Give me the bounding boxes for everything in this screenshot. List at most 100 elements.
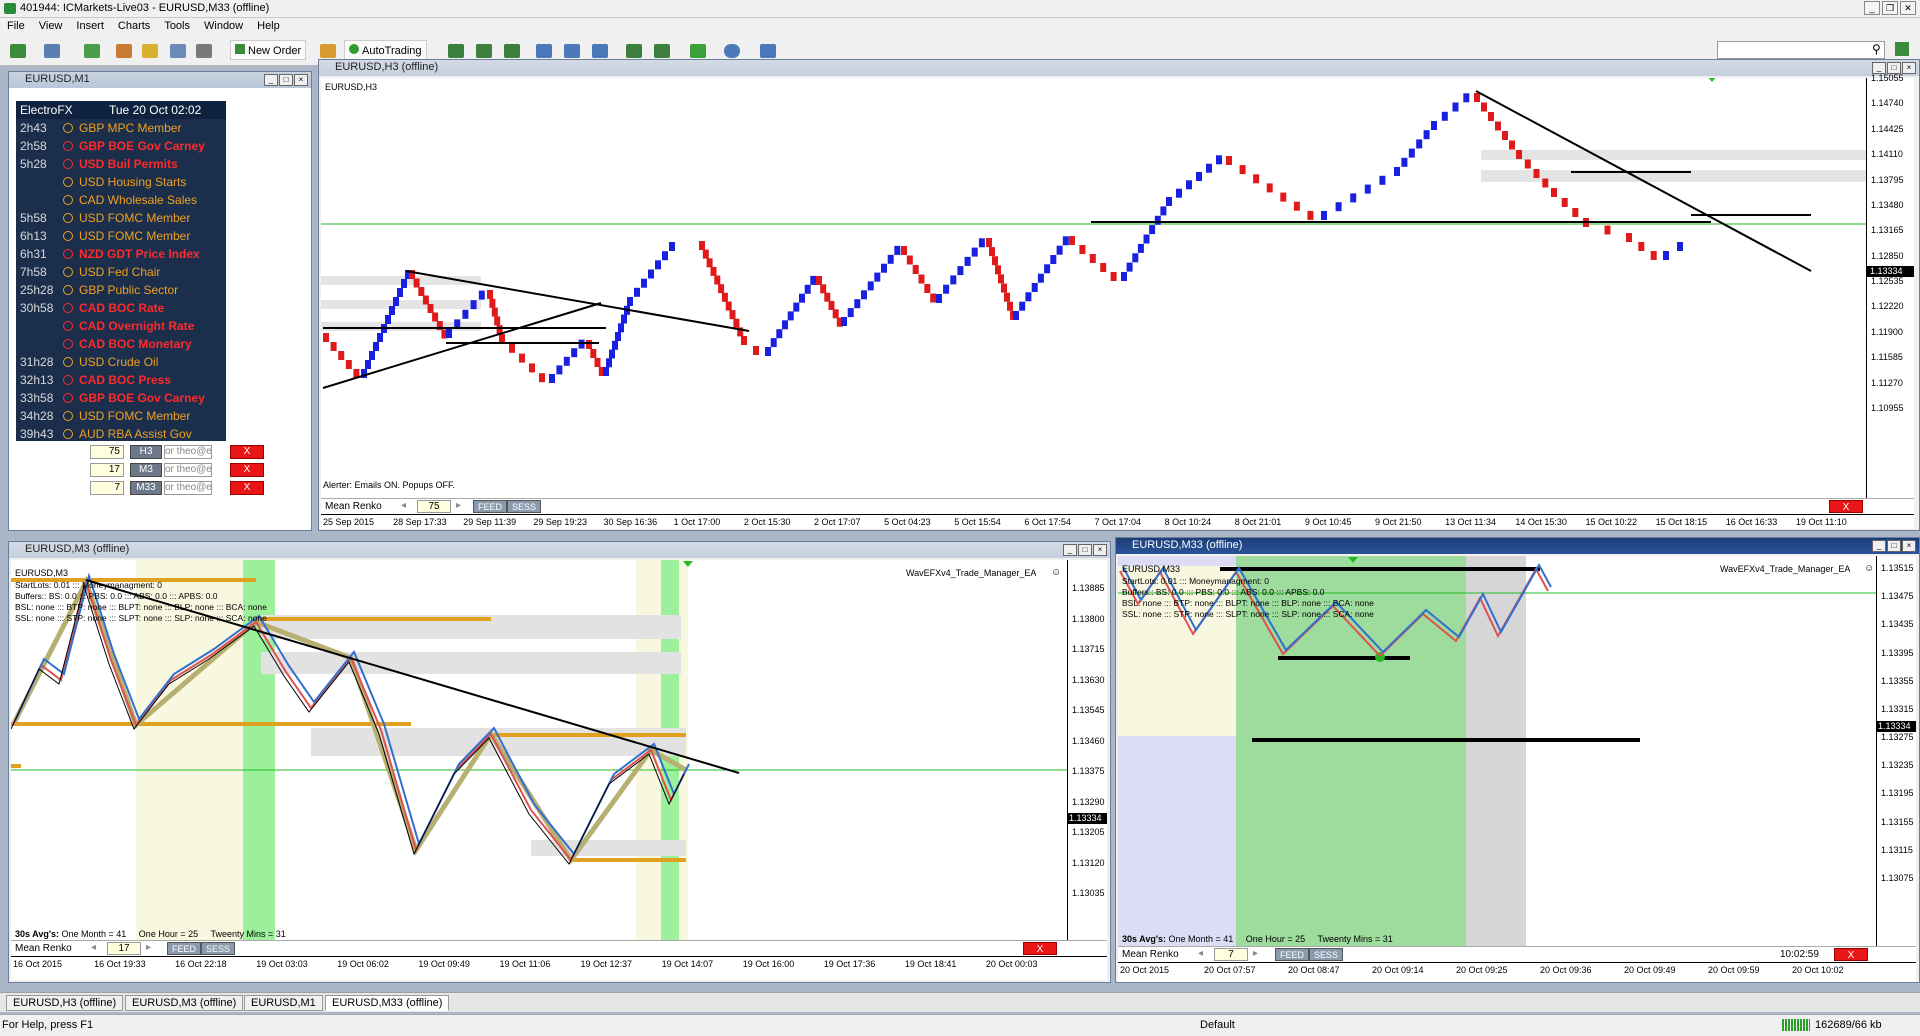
menu-file[interactable]: File (0, 18, 32, 32)
menu-view[interactable]: View (32, 18, 70, 32)
news-time: 7h58 (20, 265, 47, 279)
max-btn-m3[interactable]: □ (1078, 544, 1092, 556)
new-chart-icon[interactable] (10, 44, 26, 58)
menu-insert[interactable]: Insert (69, 18, 111, 32)
tab-eurusd-m3[interactable]: EURUSD,M3 (offline) (125, 995, 244, 1011)
restore-button[interactable]: ❐ (1882, 1, 1898, 15)
m33-sess-button[interactable]: SESS (1309, 948, 1344, 961)
max-btn-m1[interactable]: □ (279, 74, 293, 86)
autotrading-button[interactable]: AutoTrading (344, 40, 427, 60)
m33-chart-area[interactable]: EURUSD,M33 WavEFXv4_Trade_Manager_EA ☺ S… (1118, 556, 1916, 946)
close-btn-m3[interactable]: × (1093, 544, 1107, 556)
alert-email-input[interactable]: or theo@e (164, 463, 212, 477)
renko-brick (971, 247, 978, 257)
tester-icon[interactable] (196, 44, 212, 58)
alert-delete-button[interactable]: X (230, 445, 264, 459)
news-time: 33h58 (20, 391, 54, 405)
info-icon (63, 411, 73, 421)
profiles-icon[interactable] (44, 44, 60, 58)
m3-renko-inc-icon[interactable]: ▸ (146, 942, 151, 953)
zoom-out-icon[interactable] (564, 44, 580, 58)
m33-renko-inc-icon[interactable]: ▸ (1253, 948, 1258, 959)
chart-shift-marker (1708, 78, 1716, 82)
renko-brick (1335, 202, 1342, 212)
close-button[interactable]: ✕ (1900, 1, 1916, 15)
m33-close-x-button[interactable]: X (1834, 948, 1868, 961)
alert-delete-button[interactable]: X (230, 463, 264, 477)
tab-eurusd-h3[interactable]: EURUSD,H3 (offline) (6, 995, 124, 1011)
alert-value-input[interactable]: 75 (90, 445, 124, 459)
metaeditor-icon[interactable] (320, 44, 336, 58)
min-btn-m1[interactable]: _ (264, 74, 278, 86)
info-icon (63, 429, 73, 439)
renko-brick (1441, 111, 1448, 121)
periods-icon[interactable] (724, 44, 740, 58)
indicators-icon[interactable] (690, 44, 706, 58)
h3-close-x-button[interactable]: X (1829, 500, 1863, 513)
alert-email-input[interactable]: or theo@e (164, 445, 212, 459)
tab-eurusd-m1[interactable]: EURUSD,M1 (244, 995, 323, 1011)
window-m33-titlebar[interactable]: EURUSD,M33 (offline) _ □ × (1116, 538, 1919, 554)
h3-renko-inc-icon[interactable]: ▸ (456, 500, 461, 511)
h3-sess-button[interactable]: SESS (507, 500, 542, 513)
alert-value-input[interactable]: 17 (90, 463, 124, 477)
window-h3-titlebar[interactable]: EURUSD,H3 (offline) _ □ × (319, 60, 1919, 76)
m33-renko-dec-icon[interactable]: ◂ (1198, 948, 1203, 959)
price-tick-label: 1.13355 (1881, 675, 1914, 686)
minimize-button[interactable]: _ (1864, 1, 1880, 15)
menu-tools[interactable]: Tools (157, 18, 197, 32)
search-icon[interactable]: ⚲ (1872, 42, 1881, 56)
h3-chart-area[interactable]: EURUSD,H3 Alerter: Emails ON. Popups OFF… (321, 73, 1914, 498)
autoscroll-icon[interactable] (626, 44, 642, 58)
min-btn-m3[interactable]: _ (1063, 544, 1077, 556)
alert-timeframe-button[interactable]: M33 (130, 481, 162, 495)
bar-chart-icon[interactable] (448, 44, 464, 58)
m3-renko-input[interactable]: 17 (107, 942, 141, 955)
window-m1-titlebar[interactable]: EURUSD,M1 _ □ × (9, 72, 311, 88)
tab-eurusd-m33[interactable]: EURUSD,M33 (offline) (325, 995, 450, 1011)
h3-renko-dec-icon[interactable]: ◂ (401, 500, 406, 511)
chart-shift-icon[interactable] (654, 44, 670, 58)
line-chart-icon[interactable] (504, 44, 520, 58)
price-tick-label: 1.14740 (1871, 98, 1904, 109)
m3-chart-area[interactable]: EURUSD,M3 WavEFXv4_Trade_Manager_EA ☺ St… (11, 560, 1107, 940)
alert-timeframe-button[interactable]: M3 (130, 463, 162, 477)
renko-brick (978, 238, 985, 248)
community-icon[interactable] (1895, 42, 1909, 56)
menu-charts[interactable]: Charts (111, 18, 157, 32)
renko-brick (1293, 201, 1300, 211)
m3-feed-button[interactable]: FEED (167, 942, 202, 955)
max-btn-m33[interactable]: □ (1887, 540, 1901, 552)
close-btn-m33[interactable]: × (1902, 540, 1916, 552)
terminal-icon[interactable] (170, 44, 186, 58)
m33-renko-input[interactable]: 7 (1214, 948, 1248, 961)
m33-feed-button[interactable]: FEED (1275, 948, 1310, 961)
h3-renko-input[interactable]: 75 (417, 500, 451, 513)
close-btn-h3[interactable]: × (1902, 62, 1916, 74)
price-tick-label: 1.12220 (1871, 301, 1904, 312)
min-btn-m33[interactable]: _ (1872, 540, 1886, 552)
search-input[interactable] (1717, 41, 1885, 59)
market-watch-icon[interactable] (84, 44, 100, 58)
connection-icon (1782, 1019, 1810, 1031)
alert-value-input[interactable]: 7 (90, 481, 124, 495)
m3-renko-dec-icon[interactable]: ◂ (91, 942, 96, 953)
m3-sess-button[interactable]: SESS (201, 942, 236, 955)
templates-icon[interactable] (760, 44, 776, 58)
zoom-in-icon[interactable] (536, 44, 552, 58)
alert-delete-button[interactable]: X (230, 481, 264, 495)
alert-email-input[interactable]: or theo@e (164, 481, 212, 495)
data-window-icon[interactable] (142, 44, 158, 58)
h3-feed-button[interactable]: FEED (473, 500, 508, 513)
tile-windows-icon[interactable] (592, 44, 608, 58)
close-btn-m1[interactable]: × (294, 74, 308, 86)
menu-window[interactable]: Window (197, 18, 250, 32)
alert-timeframe-button[interactable]: H3 (130, 445, 162, 459)
candlestick-icon[interactable] (476, 44, 492, 58)
navigator-icon[interactable] (116, 44, 132, 58)
menu-help[interactable]: Help (250, 18, 287, 32)
renko-brick (634, 287, 640, 297)
new-order-button[interactable]: New Order (230, 40, 307, 60)
window-m3-titlebar[interactable]: EURUSD,M3 (offline) _ □ × (9, 542, 1110, 558)
m3-close-x-button[interactable]: X (1023, 942, 1057, 955)
